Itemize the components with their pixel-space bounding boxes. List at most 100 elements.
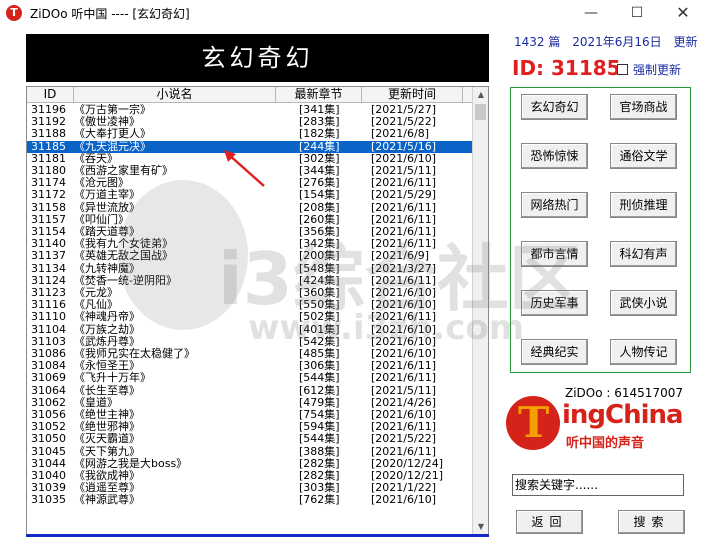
- row-latest-chapter: [200集]: [299, 249, 340, 263]
- update-date: 2021年6月16日: [572, 35, 662, 49]
- table-row[interactable]: 31110 《神魂丹帝》 [502集] [2021/6/11]: [27, 311, 473, 323]
- row-id: 31137: [31, 249, 66, 263]
- row-update-time: [2021/5/29]: [371, 188, 436, 202]
- table-row[interactable]: 31158 《异世流放》 [208集] [2021/6/11]: [27, 200, 473, 214]
- row-id: 31188: [31, 127, 66, 141]
- table-row[interactable]: 31172 《万道主宰》 [154集] [2021/5/29]: [27, 189, 473, 201]
- row-id: 31134: [31, 261, 66, 275]
- table-row[interactable]: 31050 《灭天霸道》 [544集] [2021/5/22]: [27, 433, 473, 445]
- selected-id-label: ID: 31185: [512, 56, 621, 80]
- search-button[interactable]: 搜索: [618, 510, 685, 534]
- row-novel-name: 《长生至尊》: [74, 383, 140, 397]
- minimize-button[interactable]: —: [568, 0, 614, 26]
- update-link[interactable]: 更新: [673, 35, 697, 49]
- checkbox-icon[interactable]: [617, 64, 628, 75]
- row-id: 31104: [31, 322, 66, 336]
- row-latest-chapter: [208集]: [299, 200, 340, 214]
- title-bar: T ZiDOo 听中国 ---- [玄幻奇幻] — ☐ ✕: [0, 0, 706, 26]
- red-arrow-annotation-icon: [224, 150, 265, 187]
- column-header-latest-chapter[interactable]: 最新章节: [276, 87, 362, 103]
- list-bottom-bar: [26, 534, 489, 537]
- row-id: 31069: [31, 371, 66, 385]
- table-row[interactable]: 31045 《天下第九》 [388集] [2021/6/11]: [27, 444, 473, 458]
- search-input[interactable]: 搜索关键字......: [512, 474, 684, 496]
- category-button-kongbu[interactable]: 恐怖惊悚: [521, 143, 588, 169]
- row-update-time: [2021/5/22]: [371, 432, 436, 446]
- row-latest-chapter: [548集]: [299, 261, 340, 275]
- row-novel-name: 《灭天霸道》: [74, 432, 140, 446]
- row-update-time: [2021/6/11]: [371, 310, 436, 324]
- row-novel-name: 《大奉打更人》: [74, 127, 151, 141]
- table-row[interactable]: 31137 《英雄无敌之国战》 [200集] [2021/6/9]: [27, 250, 473, 262]
- row-latest-chapter: [154集]: [299, 188, 340, 202]
- row-novel-name: 《飞升十万年》: [74, 371, 151, 385]
- row-novel-name: 《神魂丹帝》: [74, 310, 140, 324]
- logo-slogan: 听中国的声音: [566, 436, 645, 451]
- row-id: 31185: [31, 139, 66, 153]
- category-button-tongsu[interactable]: 通俗文学: [610, 143, 677, 169]
- row-novel-name: 《神源武尊》: [74, 493, 140, 507]
- row-id: 31172: [31, 188, 66, 202]
- row-novel-name: 《异世流放》: [74, 200, 140, 214]
- logo-t-icon: T: [518, 398, 550, 447]
- tingchina-logo: T ingChina 听中国的声音: [506, 388, 696, 454]
- row-update-time: [2021/5/11]: [371, 383, 436, 397]
- scroll-down-icon[interactable]: ▼: [473, 519, 488, 535]
- force-update-label[interactable]: 强制更新: [633, 61, 681, 78]
- row-novel-name: 《万族之劫》: [74, 322, 140, 336]
- row-id: 31035: [31, 493, 66, 507]
- column-header-name[interactable]: 小说名: [74, 87, 276, 103]
- app-logo-icon: T: [6, 5, 22, 21]
- table-row[interactable]: 31188 《大奉打更人》 [182集] [2021/6/8]: [27, 128, 473, 140]
- category-button-xuanhuan[interactable]: 玄幻奇幻: [521, 94, 588, 120]
- table-row[interactable]: 31064 《长生至尊》 [612集] [2021/5/11]: [27, 383, 473, 397]
- close-button[interactable]: ✕: [660, 0, 706, 26]
- row-update-time: [2021/5/16]: [371, 139, 436, 153]
- column-header-id[interactable]: ID: [27, 87, 74, 103]
- row-latest-chapter: [612集]: [299, 383, 340, 397]
- row-latest-chapter: [762集]: [299, 493, 340, 507]
- table-row[interactable]: 31069 《飞升十万年》 [544集] [2021/6/11]: [27, 372, 473, 384]
- row-novel-name: 《天下第九》: [74, 444, 140, 458]
- row-novel-name: 《九转神魔》: [74, 261, 140, 275]
- category-button-kehuan[interactable]: 科幻有声: [610, 241, 677, 267]
- row-novel-name: 《万道主宰》: [74, 188, 140, 202]
- table-row[interactable]: 31104 《万族之劫》 [401集] [2021/6/10]: [27, 322, 473, 336]
- column-header-update-time[interactable]: 更新时间: [362, 87, 463, 103]
- row-update-time: [2021/6/10]: [371, 322, 436, 336]
- row-latest-chapter: [502集]: [299, 310, 340, 324]
- category-button-lishi[interactable]: 历史军事: [521, 290, 588, 316]
- row-id: 31158: [31, 200, 66, 214]
- row-latest-chapter: [544集]: [299, 371, 340, 385]
- scroll-thumb[interactable]: [475, 104, 486, 120]
- row-latest-chapter: [544集]: [299, 432, 340, 446]
- row-novel-name: 《九天混元决》: [74, 139, 151, 153]
- maximize-button[interactable]: ☐: [614, 0, 660, 26]
- category-button-guanchang[interactable]: 官场商战: [610, 94, 677, 120]
- row-latest-chapter: [401集]: [299, 322, 340, 336]
- category-banner: 玄幻奇幻: [26, 34, 489, 82]
- row-update-time: [2021/3/27]: [371, 261, 436, 275]
- row-id: 31050: [31, 432, 66, 446]
- list-header: ID 小说名 最新章节 更新时间: [27, 87, 473, 103]
- category-button-xingzhen[interactable]: 刑侦推理: [610, 192, 677, 218]
- category-button-jishi[interactable]: 经典纪实: [521, 339, 588, 365]
- category-button-wangluo[interactable]: 网络热门: [521, 192, 588, 218]
- row-latest-chapter: [182集]: [299, 127, 340, 141]
- table-row[interactable]: 31035 《神源武尊》 [762集] [2021/6/10]: [27, 494, 473, 506]
- row-latest-chapter: [244集]: [299, 139, 340, 153]
- row-id: 31064: [31, 383, 66, 397]
- table-row[interactable]: 31134 《九转神魔》 [548集] [2021/3/27]: [27, 261, 473, 275]
- list-scrollbar[interactable]: ▲ ▼: [472, 87, 488, 535]
- back-button[interactable]: 返回: [516, 510, 583, 534]
- category-panel: 玄幻奇幻 官场商战 恐怖惊悚 通俗文学 网络热门 刑侦推理 都市言情 科幻有声 …: [510, 87, 691, 373]
- category-button-wuxia[interactable]: 武侠小说: [610, 290, 677, 316]
- row-update-time: [2021/6/11]: [371, 371, 436, 385]
- window-title: ZiDOo 听中国 ---- [玄幻奇幻]: [30, 7, 190, 21]
- info-line: 1432 篇 2021年6月16日 更新: [514, 33, 705, 50]
- category-button-dushi[interactable]: 都市言情: [521, 241, 588, 267]
- scroll-up-icon[interactable]: ▲: [473, 87, 488, 103]
- category-button-zhuanji[interactable]: 人物传记: [610, 339, 677, 365]
- row-update-time: [2021/6/8]: [371, 127, 429, 141]
- row-update-time: [2021/6/10]: [371, 493, 436, 507]
